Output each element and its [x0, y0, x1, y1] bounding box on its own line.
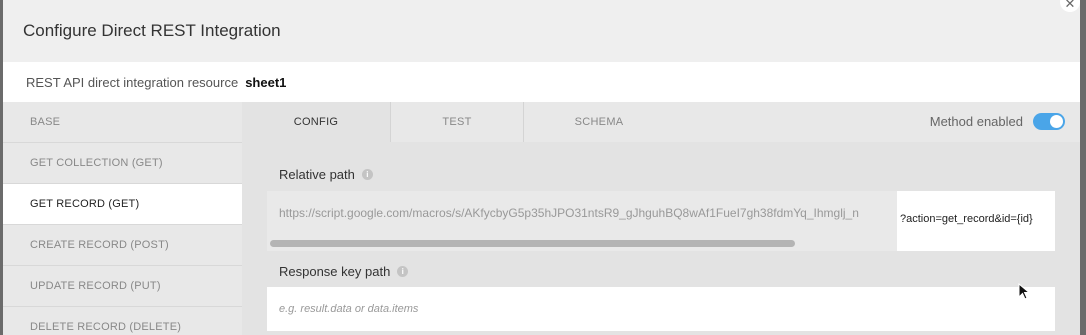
tab-test[interactable]: TEST	[391, 102, 524, 142]
sidebar-item-create-record[interactable]: CREATE RECORD (POST)	[3, 225, 242, 266]
relative-path-label-row: Relative path i	[279, 167, 373, 182]
relative-path-field: https://script.google.com/macros/s/AKfyc…	[267, 191, 1055, 251]
relative-path-label: Relative path	[279, 167, 355, 182]
relative-path-input[interactable]: https://script.google.com/macros/s/AKfyc…	[267, 191, 909, 235]
method-enabled-toggle[interactable]	[1033, 113, 1065, 130]
sidebar-item-get-collection[interactable]: GET COLLECTION (GET)	[3, 143, 242, 184]
resource-name: sheet1	[245, 74, 287, 90]
resource-bar: REST API direct integration resource she…	[3, 62, 1080, 102]
response-key-input[interactable]: e.g. result.data or data.items	[267, 287, 1055, 331]
info-icon[interactable]: i	[361, 169, 373, 180]
tab-bar: CONFIG TEST SCHEMA Method enabled	[242, 102, 1080, 142]
tab-schema[interactable]: SCHEMA	[524, 102, 674, 142]
sidebar-item-update-record[interactable]: UPDATE RECORD (PUT)	[3, 266, 242, 307]
sidebar-item-base[interactable]: BASE	[3, 102, 242, 143]
response-key-label: Response key path	[279, 264, 391, 279]
config-panel: CONFIG TEST SCHEMA Method enabled Relati…	[242, 102, 1080, 335]
info-icon[interactable]: i	[397, 266, 409, 277]
modal-title: Configure Direct REST Integration	[3, 0, 1080, 62]
horizontal-scrollbar[interactable]	[270, 240, 795, 247]
sidebar-item-delete-record[interactable]: DELETE RECORD (DELETE)	[3, 307, 242, 335]
toggle-knob	[1050, 115, 1063, 128]
method-sidebar: BASE GET COLLECTION (GET) GET RECORD (GE…	[3, 102, 242, 335]
configure-integration-modal: ✕ Configure Direct REST Integration REST…	[3, 0, 1080, 335]
sidebar-item-get-record[interactable]: GET RECORD (GET)	[3, 184, 242, 225]
resource-label: REST API direct integration resource	[26, 74, 239, 90]
response-key-label-row: Response key path i	[279, 264, 409, 279]
method-enabled-control: Method enabled	[930, 113, 1065, 130]
method-enabled-label: Method enabled	[929, 114, 1023, 129]
body: BASE GET COLLECTION (GET) GET RECORD (GE…	[3, 102, 1080, 335]
mouse-cursor-icon	[1018, 283, 1031, 300]
tab-config[interactable]: CONFIG	[242, 102, 391, 142]
relative-path-suffix[interactable]: ?action=get_record&id={id}	[897, 191, 1055, 251]
